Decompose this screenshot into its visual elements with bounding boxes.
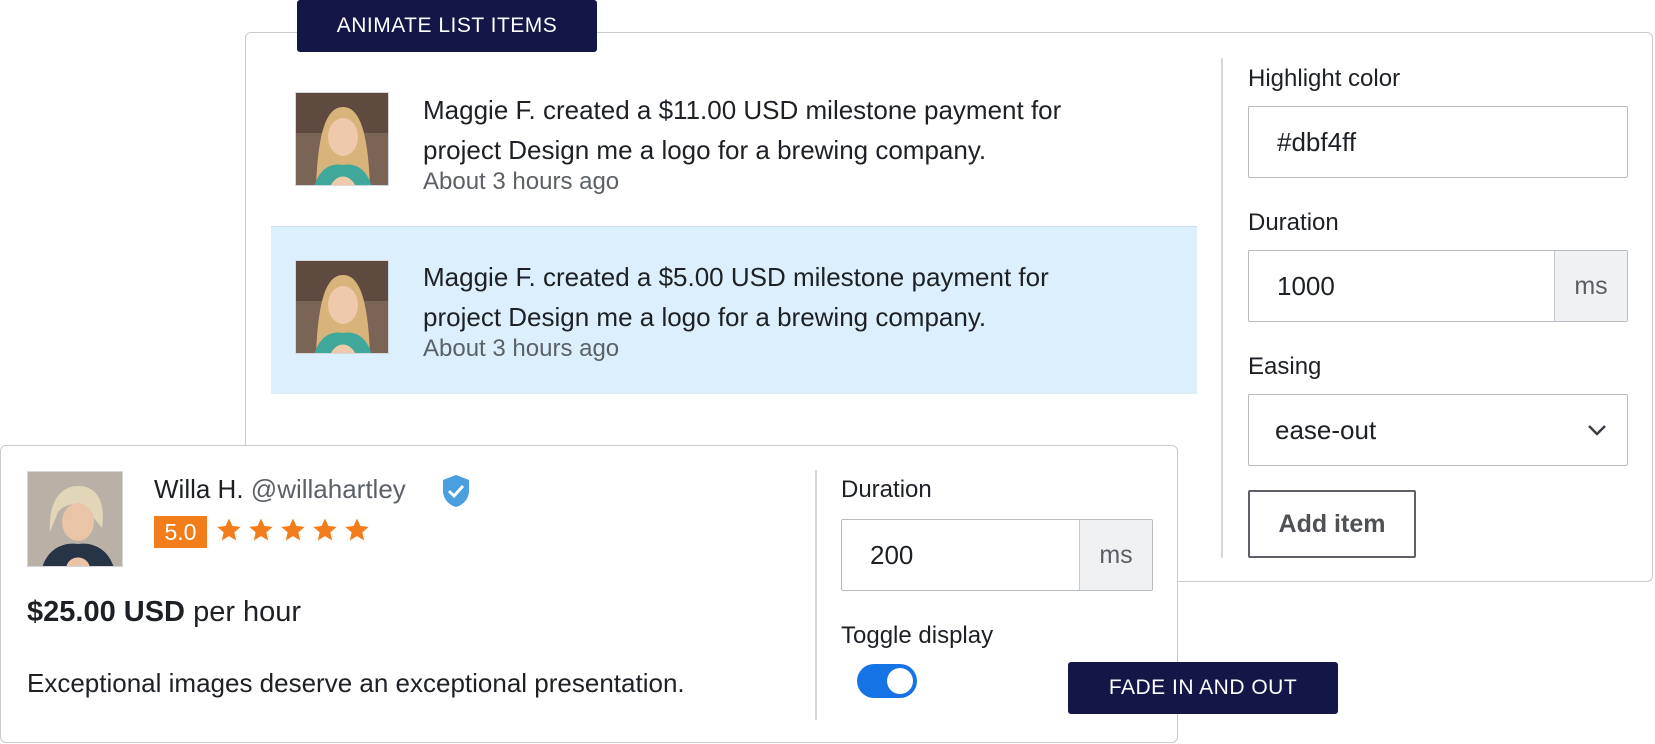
fade-duration-value: 200 [870, 539, 914, 570]
fade-duration-input[interactable]: 200 ms [841, 519, 1153, 591]
highlight-color-input[interactable]: #dbf4ff [1248, 106, 1628, 178]
controls-divider [1221, 58, 1223, 558]
easing-select[interactable]: ease-out [1248, 394, 1628, 466]
feed-message: Maggie F. created a $11.00 USD milestone… [423, 90, 1163, 170]
chevron-down-icon [1567, 424, 1627, 436]
star-icon [217, 518, 241, 541]
profile-tagline: Exceptional images deserve an exceptiona… [27, 668, 685, 698]
feed-message-line1: Maggie F. created a $11.00 USD milestone… [423, 95, 1062, 125]
profile-name: Willa H. [154, 474, 244, 504]
avatar [27, 471, 123, 567]
animate-list-tag: ANIMATE LIST ITEMS [297, 0, 597, 52]
fade-duration-label: Duration [841, 476, 932, 503]
star-rating [215, 516, 371, 544]
star-icon [281, 518, 305, 541]
feed-message-line2: project Design me a logo for a brewing c… [423, 302, 987, 332]
verified-icon [441, 474, 471, 513]
list-item: Maggie F. created a $11.00 USD milestone… [271, 68, 1197, 236]
avatar [295, 92, 389, 186]
star-icon [345, 518, 369, 541]
easing-value: ease-out [1275, 414, 1377, 445]
duration-label: Duration [1248, 209, 1339, 236]
highlight-color-label: Highlight color [1248, 65, 1401, 92]
profile-handle: @willahartley [250, 474, 406, 504]
rate-unit: per hour [193, 596, 302, 628]
profile-header: Willa H. @willahartley [154, 474, 406, 505]
toggle-display-switch[interactable] [857, 664, 917, 698]
toggle-knob [887, 668, 913, 694]
avatar [295, 260, 389, 354]
easing-label: Easing [1248, 353, 1322, 380]
rating-badge: 5.0 [154, 516, 207, 548]
hourly-rate: $25.00 USD per hour [27, 596, 301, 629]
star-icon [249, 518, 273, 541]
duration-unit: ms [1554, 251, 1627, 321]
highlight-color-value: #dbf4ff [1277, 126, 1357, 157]
duration-value: 1000 [1277, 270, 1335, 301]
feed-message-line2: project Design me a logo for a brewing c… [423, 135, 987, 165]
rate-amount: $25.00 USD [27, 596, 185, 628]
feed-message: Maggie F. created a $5.00 USD milestone … [423, 257, 1163, 337]
feed-timestamp: About 3 hours ago [423, 335, 620, 362]
add-item-button[interactable]: Add item [1248, 490, 1416, 558]
fade-duration-unit: ms [1079, 520, 1152, 590]
duration-input[interactable]: 1000 ms [1248, 250, 1628, 322]
feed-timestamp: About 3 hours ago [423, 168, 620, 195]
list-item: Maggie F. created a $5.00 USD milestone … [271, 226, 1197, 394]
feed-message-line1: Maggie F. created a $5.00 USD milestone … [423, 262, 1049, 292]
toggle-display-label: Toggle display [841, 622, 994, 649]
profile-controls-divider [815, 470, 817, 720]
profile-card: Willa H. @willahartley 5.0 $25.00 USD pe… [0, 445, 1178, 743]
star-icon [313, 518, 337, 541]
fade-tag: FADE IN AND OUT [1068, 662, 1338, 714]
